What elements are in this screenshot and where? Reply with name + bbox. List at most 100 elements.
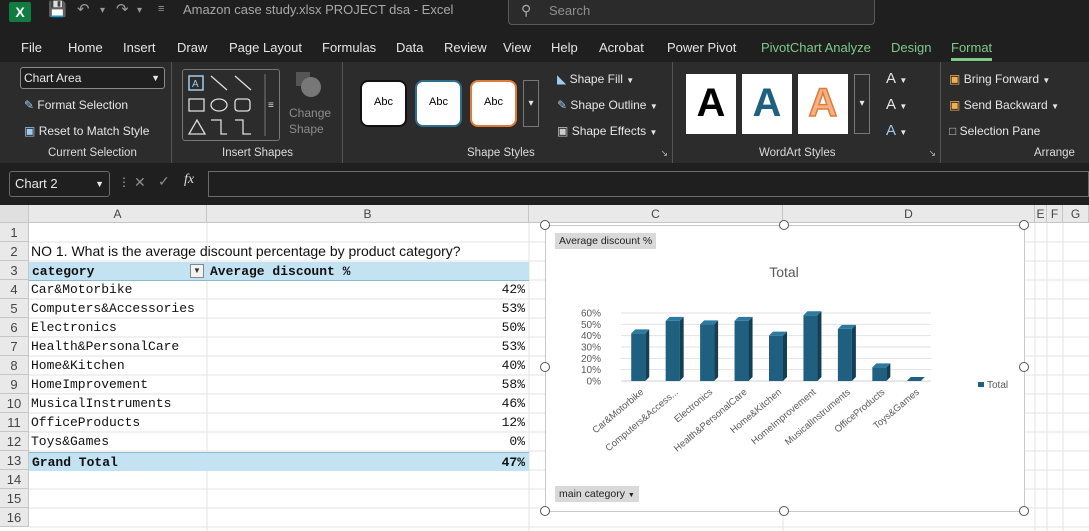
chart-bar[interactable] <box>872 363 891 381</box>
row-header[interactable]: 11 <box>0 413 29 432</box>
name-box[interactable]: Chart 2 ▼ <box>9 171 110 197</box>
wordart-style-blue[interactable]: A <box>742 74 792 134</box>
tab-file[interactable]: File <box>21 40 42 55</box>
chart-bar[interactable] <box>769 331 787 381</box>
tab-power-pivot[interactable]: Power Pivot <box>667 40 736 55</box>
wordart-more-icon[interactable]: ▾ <box>854 74 870 134</box>
column-header-b[interactable]: B <box>207 205 529 223</box>
shapes-gallery[interactable]: A ≡ <box>182 69 280 141</box>
filter-dropdown-icon[interactable]: ▼ <box>190 264 204 278</box>
change-shape-label-2[interactable]: Shape <box>289 122 324 136</box>
shape-styles-more-icon[interactable]: ▾ <box>523 80 539 127</box>
row-header[interactable]: 6 <box>0 318 29 337</box>
shape-style-blue[interactable]: Abc <box>415 80 462 127</box>
change-shape-label[interactable]: Change <box>289 106 331 120</box>
table-row-value[interactable]: 0% <box>209 432 525 451</box>
row-header[interactable]: 3 <box>0 261 29 280</box>
table-row-value[interactable]: 12% <box>209 413 525 432</box>
row-header[interactable]: 12 <box>0 432 29 451</box>
worksheet-grid[interactable]: A B C D E F G 1 2 3 4 5 6 7 8 9 10 11 12… <box>0 205 1089 531</box>
chart-bar[interactable] <box>665 316 684 381</box>
tab-view[interactable]: View <box>503 40 531 55</box>
pivot-header-value[interactable]: Average discount % <box>210 262 510 281</box>
tab-page-layout[interactable]: Page Layout <box>229 40 302 55</box>
chart-bar[interactable] <box>906 377 925 381</box>
row-header[interactable]: 14 <box>0 470 29 489</box>
tab-draw[interactable]: Draw <box>177 40 207 55</box>
tab-home[interactable]: Home <box>68 40 103 55</box>
bring-forward-button[interactable]: ▣ Bring Forward ▼ <box>949 72 1050 86</box>
wordart-style-orange[interactable]: A <box>798 74 848 134</box>
pivot-chart[interactable]: Average discount % main category ▼ Total… <box>545 225 1025 512</box>
shape-outline-button[interactable]: ✎ Shape Outline ▼ <box>557 98 658 112</box>
insert-function-icon[interactable]: fx <box>184 172 194 188</box>
table-row-value[interactable]: 46% <box>209 394 525 413</box>
table-row-value[interactable]: 53% <box>209 299 525 318</box>
shape-fill-button[interactable]: ◣ Shape Fill ▼ <box>557 72 634 86</box>
tab-format[interactable]: Format <box>951 40 993 61</box>
table-row-value[interactable]: 50% <box>209 318 525 337</box>
redo-dropdown-icon[interactable]: ▾ <box>137 5 142 16</box>
column-header-e[interactable]: E <box>1035 205 1047 223</box>
resize-handle[interactable] <box>779 220 789 230</box>
cancel-icon[interactable]: ✕ <box>134 174 146 191</box>
row-header[interactable]: 1 <box>0 223 29 242</box>
row-header[interactable]: 2 <box>0 242 29 261</box>
tab-acrobat[interactable]: Acrobat <box>599 40 644 55</box>
redo-icon[interactable]: ↷ <box>116 0 129 18</box>
reset-to-match-style-button[interactable]: ▣ Reset to Match Style <box>24 124 149 138</box>
row-header[interactable]: 13 <box>0 451 29 470</box>
row-header[interactable]: 16 <box>0 508 29 527</box>
undo-icon[interactable]: ↶ <box>77 0 90 18</box>
search-box[interactable]: ⚲ Search <box>508 0 875 25</box>
row-header[interactable]: 4 <box>0 280 29 299</box>
resize-handle[interactable] <box>1019 362 1029 372</box>
column-header-a[interactable]: A <box>29 205 207 223</box>
table-row-category[interactable]: MusicalInstruments <box>31 394 207 413</box>
save-icon[interactable]: 💾 <box>48 0 67 18</box>
row-header[interactable]: 8 <box>0 356 29 375</box>
dialog-launcher-icon[interactable]: ↘ <box>928 148 936 159</box>
grand-total-label[interactable]: Grand Total <box>32 453 207 472</box>
table-row-value[interactable]: 58% <box>209 375 525 394</box>
column-header-g[interactable]: G <box>1063 205 1089 223</box>
table-row-value[interactable]: 53% <box>209 337 525 356</box>
tab-formulas[interactable]: Formulas <box>322 40 376 55</box>
formula-input[interactable] <box>208 171 1089 197</box>
resize-handle[interactable] <box>540 362 550 372</box>
resize-handle[interactable] <box>540 506 550 516</box>
chart-bar[interactable] <box>700 320 719 381</box>
resize-handle[interactable] <box>540 220 550 230</box>
wordart-style-black[interactable]: A <box>686 74 736 134</box>
chart-bar[interactable] <box>803 311 822 381</box>
table-row-category[interactable]: OfficeProducts <box>31 413 207 432</box>
enter-icon[interactable]: ✓ <box>158 173 170 190</box>
table-row-category[interactable]: HomeImprovement <box>31 375 207 394</box>
send-backward-button[interactable]: ▣ Send Backward ▼ <box>949 98 1059 112</box>
table-row-category[interactable]: Car&Motorbike <box>31 280 207 299</box>
row-header[interactable]: 5 <box>0 299 29 318</box>
chart-bar[interactable] <box>631 329 650 381</box>
dialog-launcher-icon[interactable]: ↘ <box>660 148 668 159</box>
column-header-d[interactable]: D <box>783 205 1035 223</box>
chart-elements-combo[interactable]: Chart Area ▼ <box>20 67 165 89</box>
customize-toolbar-icon[interactable]: ≡ <box>158 3 164 15</box>
grand-total-value[interactable]: 47% <box>209 453 525 472</box>
table-row-category[interactable]: Computers&Accessories <box>31 299 207 318</box>
format-selection-button[interactable]: ✎ Format Selection <box>24 98 128 112</box>
table-row-category[interactable]: Electronics <box>31 318 207 337</box>
select-all-corner[interactable] <box>0 205 29 223</box>
text-fill-icon[interactable]: A ▼ <box>886 70 907 87</box>
resize-handle[interactable] <box>1019 506 1029 516</box>
column-header-f[interactable]: F <box>1047 205 1063 223</box>
resize-handle[interactable] <box>779 506 789 516</box>
table-row-category[interactable]: Health&PersonalCare <box>31 337 207 356</box>
tab-insert[interactable]: Insert <box>123 40 156 55</box>
table-row-category[interactable]: Toys&Games <box>31 432 207 451</box>
tab-data[interactable]: Data <box>396 40 423 55</box>
table-row-category[interactable]: Home&Kitchen <box>31 356 207 375</box>
column-header-c[interactable]: C <box>529 205 783 223</box>
resize-handle[interactable] <box>1019 220 1029 230</box>
row-header[interactable]: 9 <box>0 375 29 394</box>
text-outline-icon[interactable]: A ▼ <box>886 96 907 113</box>
